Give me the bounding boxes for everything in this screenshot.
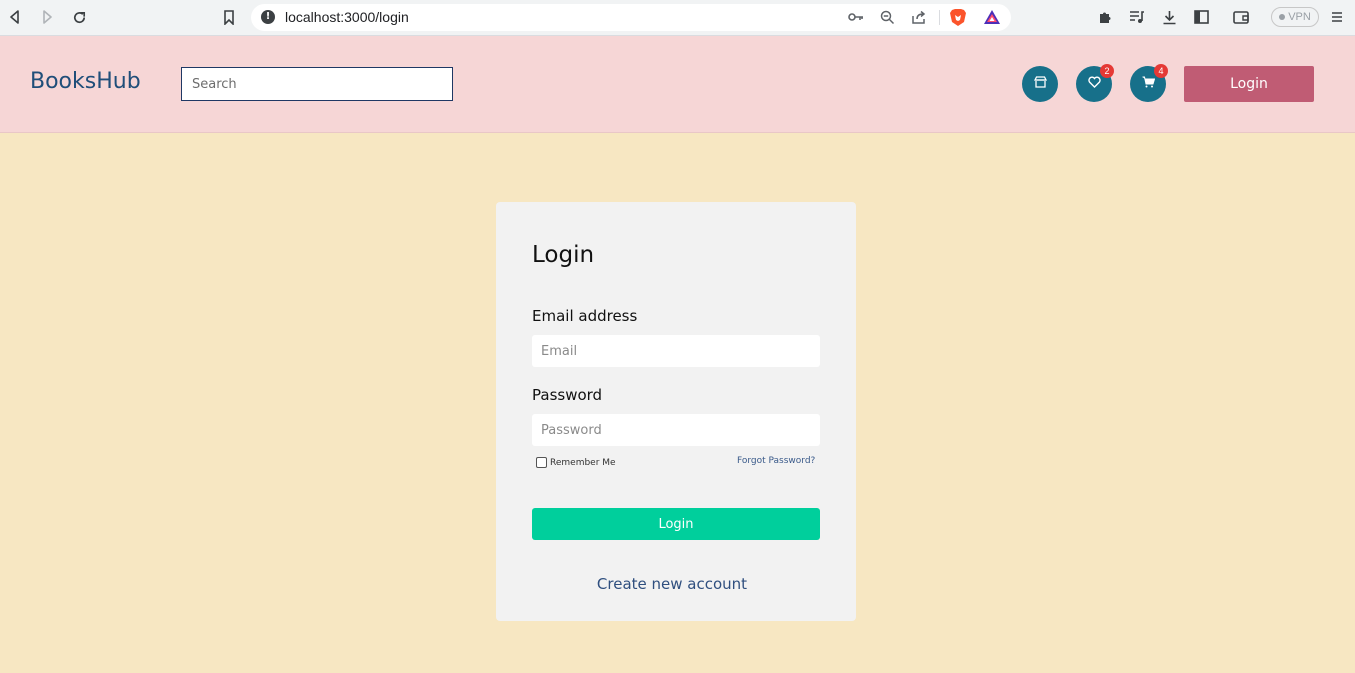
wishlist-count-badge: 2 [1100,64,1114,78]
remember-me: Remember Me [536,457,616,468]
password-label: Password [532,386,603,404]
back-icon[interactable] [5,7,25,27]
reload-icon[interactable] [69,7,89,27]
cart-count-badge: 4 [1154,64,1168,78]
brave-rewards-icon[interactable] [983,8,1001,26]
zoom-out-icon[interactable] [878,8,896,26]
cart-button[interactable]: 4 [1130,64,1168,102]
download-icon[interactable] [1159,7,1179,27]
divider [939,10,940,25]
forgot-password-link[interactable]: Forgot Password? [737,456,815,466]
wallet-icon[interactable] [1231,7,1251,27]
header-login-button[interactable]: Login [1184,66,1314,102]
bookmark-icon[interactable] [219,7,239,27]
url-text: localhost:3000/login [285,9,409,25]
create-account-link[interactable]: Create new account [496,575,848,593]
playlist-icon[interactable] [1127,7,1147,27]
sidebar-icon[interactable] [1191,7,1211,27]
vpn-label: VPN [1288,11,1311,23]
share-icon[interactable] [910,8,928,26]
remember-me-checkbox[interactable] [536,457,547,468]
password-field[interactable] [532,414,820,446]
vpn-status-dot [1279,14,1286,20]
forward-icon[interactable] [37,7,57,27]
brand-logo[interactable]: BooksHub [30,69,141,94]
site-info-icon[interactable]: ! [261,10,275,24]
email-label: Email address [532,307,638,325]
store-icon [1033,76,1047,92]
heart-icon [1087,76,1101,92]
browser-toolbar: ! localhost:3000/login VPN [0,0,1355,36]
cart-icon [1142,76,1155,92]
menu-icon[interactable] [1327,7,1347,27]
remember-me-label[interactable]: Remember Me [550,458,616,468]
login-title: Login [532,242,595,268]
login-submit-button[interactable]: Login [532,508,820,540]
extensions-icon[interactable] [1095,7,1115,27]
address-bar[interactable]: ! localhost:3000/login [251,4,1011,31]
email-field[interactable] [532,335,820,367]
brave-shields-icon[interactable] [949,8,967,27]
search-input[interactable] [181,67,453,101]
wishlist-button[interactable]: 2 [1076,64,1114,102]
key-icon[interactable] [847,8,865,26]
login-card: Login Email address Password Remember Me… [496,202,856,621]
site-header: BooksHub 2 4 Login [0,36,1355,133]
vpn-button[interactable]: VPN [1271,7,1319,27]
store-button[interactable] [1022,66,1058,102]
